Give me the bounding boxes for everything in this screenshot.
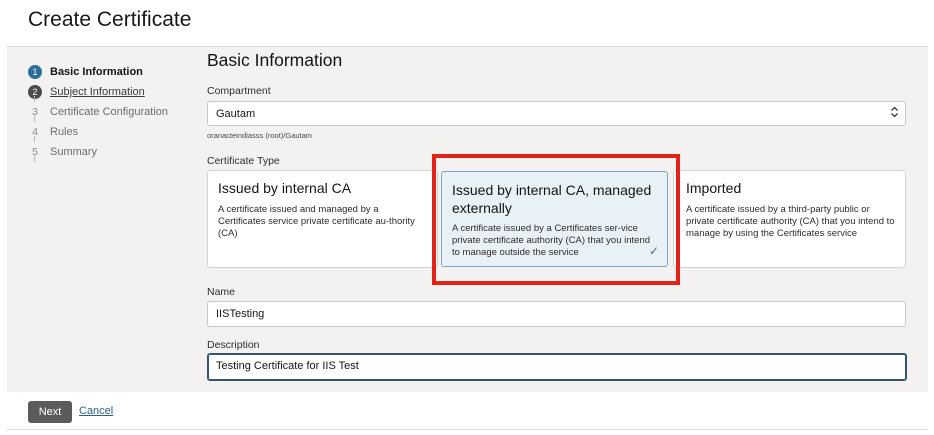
step-number-badge: 2 — [28, 85, 42, 99]
name-value: IISTesting — [216, 308, 265, 320]
cancel-link[interactable]: Cancel — [79, 405, 113, 417]
certificate-type-option-internal-ca-managed-externally[interactable]: Issued by internal CA, managed externall… — [441, 171, 668, 267]
step-basic-information[interactable]: 1 Basic Information — [28, 62, 198, 82]
compartment-label: Compartment — [207, 85, 271, 97]
description-label: Description — [207, 339, 260, 351]
step-number: 5 — [32, 146, 38, 158]
compartment-select[interactable]: Gautam — [207, 101, 906, 126]
name-input[interactable]: IISTesting — [207, 301, 906, 327]
wizard-footer: Next Cancel — [7, 392, 928, 430]
step-number-badge: 1 — [28, 65, 42, 79]
section-title: Basic Information — [207, 50, 343, 70]
step-label: Certificate Configuration — [50, 106, 169, 118]
wizard-steps: 1 Basic Information 2 Subject Informatio… — [28, 62, 198, 162]
certificate-type-option-internal-ca[interactable]: Issued by internal CA A certificate issu… — [207, 170, 438, 268]
certificate-type-label: Certificate Type — [207, 155, 280, 167]
option-description: A certificate issued by a third-party pu… — [686, 204, 895, 239]
compartment-value: Gautam — [216, 108, 256, 120]
step-subject-information[interactable]: 2 Subject Information — [28, 82, 198, 102]
option-description: A certificate issued by a Certificates s… — [452, 223, 651, 258]
step-label: Subject Information — [50, 86, 145, 98]
step-label: Basic Information — [50, 66, 143, 78]
page-title: Create Certificate — [28, 8, 192, 31]
compartment-path-helper: oranacteindiasss (root)/Gautam — [207, 131, 313, 140]
step-connector — [34, 156, 35, 162]
name-label: Name — [207, 286, 236, 298]
certificate-type-option-imported[interactable]: Imported A certificate issued by a third… — [673, 170, 906, 268]
option-title: Issued by internal CA — [218, 180, 352, 196]
step-rules: 4 Rules — [28, 122, 198, 142]
option-title: Issued by internal CA, managed externall… — [452, 182, 652, 216]
check-icon: ✓ — [648, 244, 659, 258]
description-input[interactable]: Testing Certificate for IIS Test — [207, 353, 907, 381]
option-title: Imported — [686, 180, 742, 196]
step-certificate-configuration: 3 Certificate Configuration — [28, 102, 198, 122]
next-button[interactable]: Next — [28, 401, 72, 423]
step-number: 3 — [32, 106, 38, 118]
chevron-up-down-icon — [890, 105, 899, 121]
step-number: 4 — [32, 126, 38, 138]
option-description: A certificate issued and managed by a Ce… — [218, 204, 415, 239]
step-summary: 5 Summary — [28, 142, 198, 162]
step-label: Summary — [50, 146, 98, 158]
step-label: Rules — [50, 126, 79, 138]
description-value: Testing Certificate for IIS Test — [216, 360, 359, 372]
